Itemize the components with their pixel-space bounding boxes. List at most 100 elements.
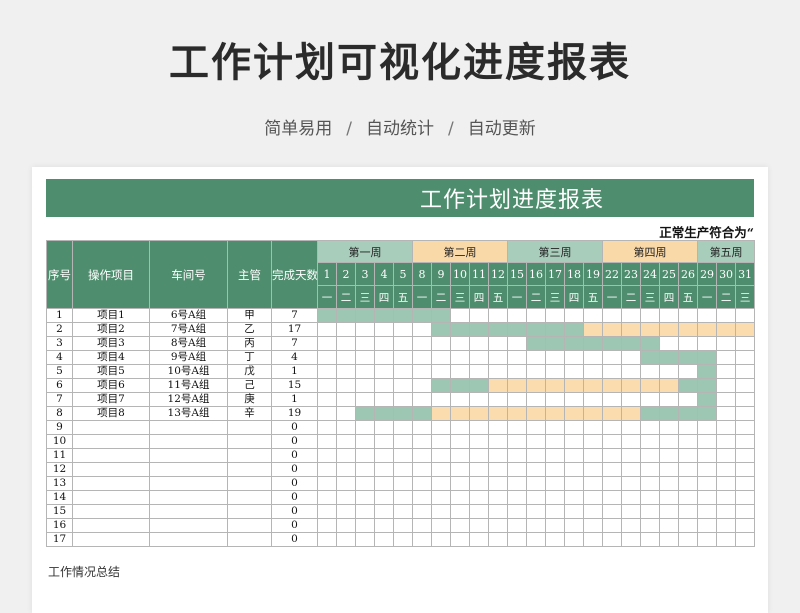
cell-workshop: 11号A组 xyxy=(149,378,228,393)
cell-manager: 己 xyxy=(227,378,272,393)
gantt-cell xyxy=(526,434,547,449)
gantt-cell xyxy=(716,476,737,491)
gantt-cell xyxy=(583,434,604,449)
gantt-cell xyxy=(697,462,718,477)
gantt-cell xyxy=(374,434,394,449)
gantt-bar-cell xyxy=(317,308,337,323)
gantt-cell xyxy=(526,350,547,365)
gantt-cell xyxy=(469,308,490,323)
gantt-cell xyxy=(412,392,433,407)
gantt-bar-cell xyxy=(392,406,414,421)
gantt-cell xyxy=(392,322,414,337)
date-header: 2 xyxy=(336,262,356,286)
cell-workshop: 12号A组 xyxy=(149,392,228,407)
gantt-cell xyxy=(469,462,490,477)
gantt-cell xyxy=(374,532,394,547)
gantt-cell xyxy=(659,462,680,477)
gantt-cell xyxy=(488,490,509,505)
cell-task xyxy=(72,462,150,477)
feature-2: 自动统计 xyxy=(366,119,434,139)
gantt-bar-cell xyxy=(678,322,699,337)
gantt-cell xyxy=(355,336,375,351)
cell-index: 4 xyxy=(46,350,73,365)
cell-days: 7 xyxy=(271,308,318,323)
cell-days: 1 xyxy=(271,392,318,407)
gantt-cell xyxy=(450,420,471,435)
table-row: 90 xyxy=(46,420,756,435)
gantt-cell xyxy=(412,476,433,491)
gantt-cell xyxy=(602,434,623,449)
table-row: 17 0 xyxy=(46,532,756,547)
cell-index: 14 xyxy=(46,490,73,505)
gantt-cell xyxy=(697,308,718,323)
gantt-cell xyxy=(697,518,718,533)
gantt-cell xyxy=(564,490,585,505)
gantt-cell xyxy=(469,518,490,533)
gantt-cell xyxy=(735,420,756,435)
gantt-bar-cell xyxy=(564,336,585,351)
table-row: 3 项目3 8号A组丙 7 xyxy=(46,336,756,351)
cell-task: 项目8 xyxy=(72,406,150,421)
gantt-cell xyxy=(355,532,375,547)
gantt-cell xyxy=(545,392,566,407)
gantt-cell xyxy=(317,364,337,379)
gantt-cell xyxy=(659,504,680,519)
gantt-cell xyxy=(431,448,452,463)
gantt-cell xyxy=(336,504,356,519)
gantt-cell xyxy=(469,392,490,407)
gantt-cell xyxy=(507,462,528,477)
gantt-bar-cell xyxy=(431,406,452,421)
gantt-cell xyxy=(374,392,394,407)
gantt-cell xyxy=(412,518,433,533)
gantt-cell xyxy=(564,350,585,365)
gantt-cell xyxy=(469,336,490,351)
gantt-cell xyxy=(392,532,414,547)
gantt-cell xyxy=(640,518,661,533)
cell-manager xyxy=(227,518,272,533)
cell-manager: 辛 xyxy=(227,406,272,421)
gantt-cell xyxy=(564,448,585,463)
cell-days: 0 xyxy=(271,420,318,435)
gantt-cell xyxy=(488,364,509,379)
gantt-cell xyxy=(602,518,623,533)
gantt-cell xyxy=(545,504,566,519)
gantt-cell xyxy=(583,392,604,407)
gantt-cell xyxy=(716,308,737,323)
sheet-banner: 工作计划进度报表 xyxy=(46,179,754,217)
gantt-cell xyxy=(469,350,490,365)
gantt-cell xyxy=(735,476,756,491)
gantt-cell xyxy=(526,476,547,491)
gantt-cell xyxy=(678,462,699,477)
cell-manager xyxy=(227,420,272,435)
gantt-bar-cell xyxy=(469,322,490,337)
gantt-cell xyxy=(602,532,623,547)
gantt-cell xyxy=(336,434,356,449)
gantt-cell xyxy=(317,392,337,407)
gantt-cell xyxy=(602,490,623,505)
gantt-cell xyxy=(602,364,623,379)
gantt-cell xyxy=(564,392,585,407)
date-header: 19 xyxy=(583,262,604,286)
gantt-cell xyxy=(469,448,490,463)
gantt-cell xyxy=(412,420,433,435)
gantt-bar-cell xyxy=(469,406,490,421)
gantt-cell xyxy=(697,532,718,547)
gantt-cell xyxy=(735,518,756,533)
feature-3: 自动更新 xyxy=(467,119,536,139)
gantt-cell xyxy=(317,350,337,365)
gantt-cell xyxy=(507,532,528,547)
separator: / xyxy=(346,119,352,139)
gantt-cell xyxy=(735,336,756,351)
gantt-cell xyxy=(659,532,680,547)
gantt-cell xyxy=(431,518,452,533)
gantt-cell xyxy=(488,434,509,449)
gantt-cell xyxy=(621,476,642,491)
cell-task: 项目2 xyxy=(72,322,150,337)
gantt-cell xyxy=(317,532,337,547)
gantt-cell xyxy=(507,518,528,533)
gantt-cell xyxy=(659,392,680,407)
gantt-cell xyxy=(507,490,528,505)
feature-tagline: 简单易用 / 自动统计 / 自动更新 xyxy=(0,114,800,139)
gantt-cell xyxy=(640,462,661,477)
cell-days: 0 xyxy=(271,504,318,519)
